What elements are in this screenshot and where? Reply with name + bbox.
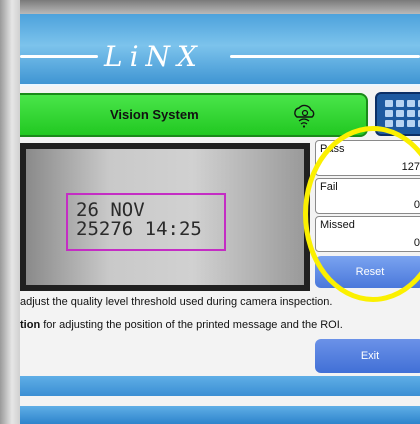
keypad-icon: [385, 100, 420, 127]
help-text-bold: tion: [20, 319, 41, 331]
logo-rule-right: [230, 55, 420, 58]
camera-image: 26 NOV 25276 14:25: [26, 149, 304, 285]
print-line-2: 25276 14:25: [76, 218, 202, 240]
captured-print-text: 26 NOV 25276 14:25: [76, 201, 202, 239]
exit-button[interactable]: Exit: [315, 339, 420, 373]
header-bar: LiNX: [20, 14, 420, 86]
device-bezel-left: [0, 0, 20, 424]
device-bezel-top: [0, 0, 420, 14]
page-title: Vision System: [110, 107, 199, 122]
logo-rule-left: [20, 55, 98, 58]
help-text-threshold: adjust the quality level threshold used …: [20, 296, 333, 308]
vision-status-bar: Vision System: [20, 93, 368, 137]
cloud-gear-icon: [294, 104, 315, 128]
roi-box[interactable]: 26 NOV 25276 14:25: [66, 193, 226, 251]
help-text-position: tion for adjusting the position of the p…: [20, 319, 343, 331]
help-text-rest: for adjusting the position of the printe…: [40, 319, 343, 331]
linx-logo: LiNX: [104, 40, 204, 73]
camera-view-frame: 26 NOV 25276 14:25: [20, 143, 310, 291]
touch-screen: LiNX Vision System 26 NOV 25276 14:25 Pa…: [20, 14, 420, 424]
footer-bar-lower: [20, 406, 420, 424]
footer-bar: [20, 376, 420, 396]
